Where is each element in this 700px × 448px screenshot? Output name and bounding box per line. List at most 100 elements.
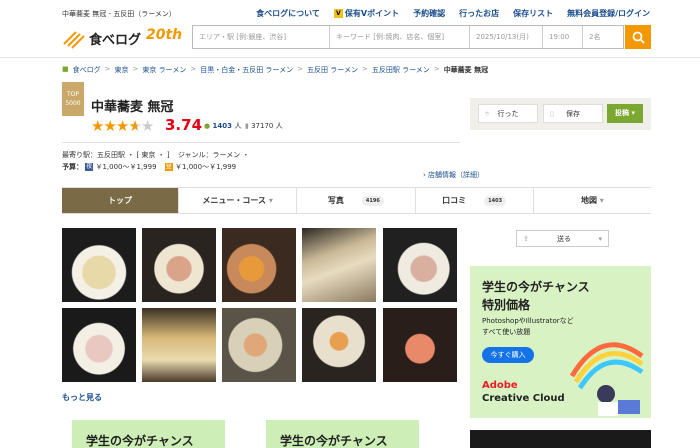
photo-thumbnail[interactable] xyxy=(62,228,136,302)
time-select[interactable]: 19:00 xyxy=(543,26,583,48)
tabelog-logo[interactable]: 食べログ 20th xyxy=(62,24,183,52)
bottom-ad[interactable]: 学生の今がチャンス xyxy=(72,420,225,448)
ad-illustration xyxy=(569,342,644,416)
store-detail-label: 店舗情報（詳細） xyxy=(428,171,485,179)
photo-thumbnail[interactable] xyxy=(62,308,136,382)
login-link[interactable]: 無料会員登録/ログイン xyxy=(567,8,650,19)
search-icon xyxy=(632,31,645,44)
rating-stars: ★★★★★ xyxy=(91,117,154,135)
review-count-unit: 人 xyxy=(234,122,242,130)
ad-brand: Adobe xyxy=(482,380,518,391)
save-button[interactable]: ▯ 保存 xyxy=(543,104,603,123)
dinner-icon: 夜 xyxy=(85,163,94,171)
station-info: 最寄り駅：五反田駅 ・ [ 東京 ・ ] xyxy=(62,151,170,159)
bottom-ad[interactable]: 学生の今がチャンス xyxy=(266,420,419,448)
star-icon: ★ xyxy=(128,117,141,135)
restaurant-tabs: トップ メニュー・コース ▾ 写真 4196 口コミ 1403 地図 ▾ xyxy=(62,187,651,214)
visited-link[interactable]: 行ったお店 xyxy=(459,8,499,19)
tab-label: 写真 xyxy=(327,196,344,205)
store-detail-link[interactable]: › 店舗情報（詳細） xyxy=(423,170,484,180)
photo-thumbnail[interactable] xyxy=(383,228,457,302)
page: 中華蕎麦 無冠 - 五反田（ラーメン） 食べログについて V 保有Vポイント 予約… xyxy=(0,0,700,448)
save-label: 保存 xyxy=(566,110,580,118)
photo-thumbnail[interactable] xyxy=(383,308,457,382)
breadcrumb-link[interactable]: 東京 ラーメン xyxy=(142,65,186,75)
breadcrumb-current: 中華蕎麦 無冠 xyxy=(443,66,489,74)
search-button[interactable] xyxy=(625,25,651,49)
header-divider xyxy=(0,57,700,58)
restaurant-name: 中華蕎麦 無冠 xyxy=(91,100,174,115)
station-genre: 最寄り駅：五反田駅 ・ [ 東京 ・ ] ジャンル：ラーメン ・ xyxy=(62,150,249,160)
comment-icon: ● xyxy=(204,122,211,130)
home-icon: ■ xyxy=(62,65,69,73)
tab-count: 4196 xyxy=(361,195,384,206)
info-divider xyxy=(62,142,460,143)
photo-thumbnail[interactable] xyxy=(302,308,376,382)
breadcrumb-link[interactable]: 五反田駅 ラーメン xyxy=(372,65,430,75)
more-photos-link[interactable]: もっと見る xyxy=(62,392,102,403)
breadcrumb: ■ 食べログ > 東京 > 東京 ラーメン > 目黒・白金・五反田 ラーメン > 五反田… xyxy=(62,65,489,75)
tab-label: メニュー・コース xyxy=(202,196,267,205)
post-label: 投稿 xyxy=(615,109,630,117)
tab-map[interactable]: 地図 ▾ xyxy=(534,188,651,213)
keyword-search-input[interactable]: キーワード [例:焼肉、店名、個室] xyxy=(330,26,470,48)
bookmark-icon: ▯ xyxy=(550,110,554,118)
went-label: 行った xyxy=(497,110,519,118)
share-icon: ⇪ xyxy=(523,235,529,243)
bottom-ad-text: 学生の今がチャンス xyxy=(280,434,388,448)
photo-thumbnail[interactable] xyxy=(222,308,296,382)
breadcrumb-link[interactable]: 東京 xyxy=(115,65,129,75)
ad-brand-product: Creative Cloud xyxy=(482,393,565,404)
star-icon: ★ xyxy=(91,117,104,135)
photo-thumbnail[interactable] xyxy=(142,228,216,302)
chevron-down-icon: ▾ xyxy=(268,196,273,205)
tab-reviews[interactable]: 口コミ 1403 xyxy=(416,188,534,213)
budget-label: 予算： xyxy=(62,163,83,171)
photo-thumbnail[interactable] xyxy=(222,228,296,302)
photo-thumbnail[interactable] xyxy=(142,308,216,382)
top5000-badge: TOP 5000 xyxy=(62,82,84,116)
went-button[interactable]: ⌾ 行った xyxy=(478,104,538,123)
send-label: 送る xyxy=(557,235,571,243)
tab-top[interactable]: トップ xyxy=(62,188,179,213)
people-select[interactable]: 2名 xyxy=(583,26,623,48)
ad-cta-button[interactable]: 今すぐ購入 xyxy=(482,347,534,363)
about-link[interactable]: 食べログについて xyxy=(256,8,320,19)
vpoint-label: 保有Vポイント xyxy=(344,9,400,18)
chevron-right-icon: › xyxy=(423,171,426,179)
breadcrumb-link[interactable]: 食べログ xyxy=(73,65,101,75)
post-button[interactable]: 投稿 ▾ xyxy=(607,104,643,123)
tab-label: トップ xyxy=(108,196,132,205)
rating-score: 3.74 xyxy=(165,116,203,134)
vpoint-link[interactable]: V 保有Vポイント xyxy=(333,8,400,19)
adobe-ad[interactable]: 学生の今がチャンス 特別価格 PhotoshopやIllustratorなど す… xyxy=(470,266,651,418)
bottom-ad-text: 学生の今がチャンス xyxy=(86,434,194,448)
review-count-value: 1403 xyxy=(212,122,233,130)
star-icon: ★ xyxy=(115,117,129,135)
breadcrumb-link[interactable]: 目黒・白金・五反田 ラーメン xyxy=(200,65,293,75)
star-icon: ★ xyxy=(103,117,116,135)
logo-anniversary: 20th xyxy=(146,27,183,43)
photo-thumbnail[interactable] xyxy=(302,228,376,302)
page-breadcrumb-top: 中華蕎麦 無冠 - 五反田（ラーメン） xyxy=(62,10,176,18)
bookmark-icon: ▮ xyxy=(245,122,249,130)
review-count[interactable]: ● 1403 人 xyxy=(204,121,241,131)
tab-label: 地図 xyxy=(580,196,597,205)
tab-label: 口コミ xyxy=(442,196,467,205)
bottom-banner[interactable] xyxy=(470,430,651,448)
saved-list-link[interactable]: 保存リスト xyxy=(513,8,553,19)
ad-text: PhotoshopやIllustratorなど xyxy=(482,317,574,325)
tab-count: 1403 xyxy=(484,195,507,206)
ad-headline: 学生の今がチャンス xyxy=(482,280,590,294)
save-count: ▮ 37170 人 xyxy=(245,121,283,131)
reservation-link[interactable]: 予約確認 xyxy=(413,8,445,19)
tab-photos[interactable]: 写真 4196 xyxy=(297,188,416,213)
breadcrumb-link[interactable]: 五反田 ラーメン xyxy=(307,65,358,75)
date-select[interactable]: 2025/10/13(月) xyxy=(470,26,543,48)
send-dropdown[interactable]: ⇪ 送る ▾ xyxy=(516,230,609,247)
badge-num: 5000 xyxy=(65,100,81,107)
tab-menu[interactable]: メニュー・コース ▾ xyxy=(179,188,298,213)
save-count-unit: 人 xyxy=(275,122,283,130)
area-search-input[interactable]: エリア・駅 [例:銀座、渋谷] xyxy=(193,26,330,48)
badge-top: TOP xyxy=(66,91,79,98)
